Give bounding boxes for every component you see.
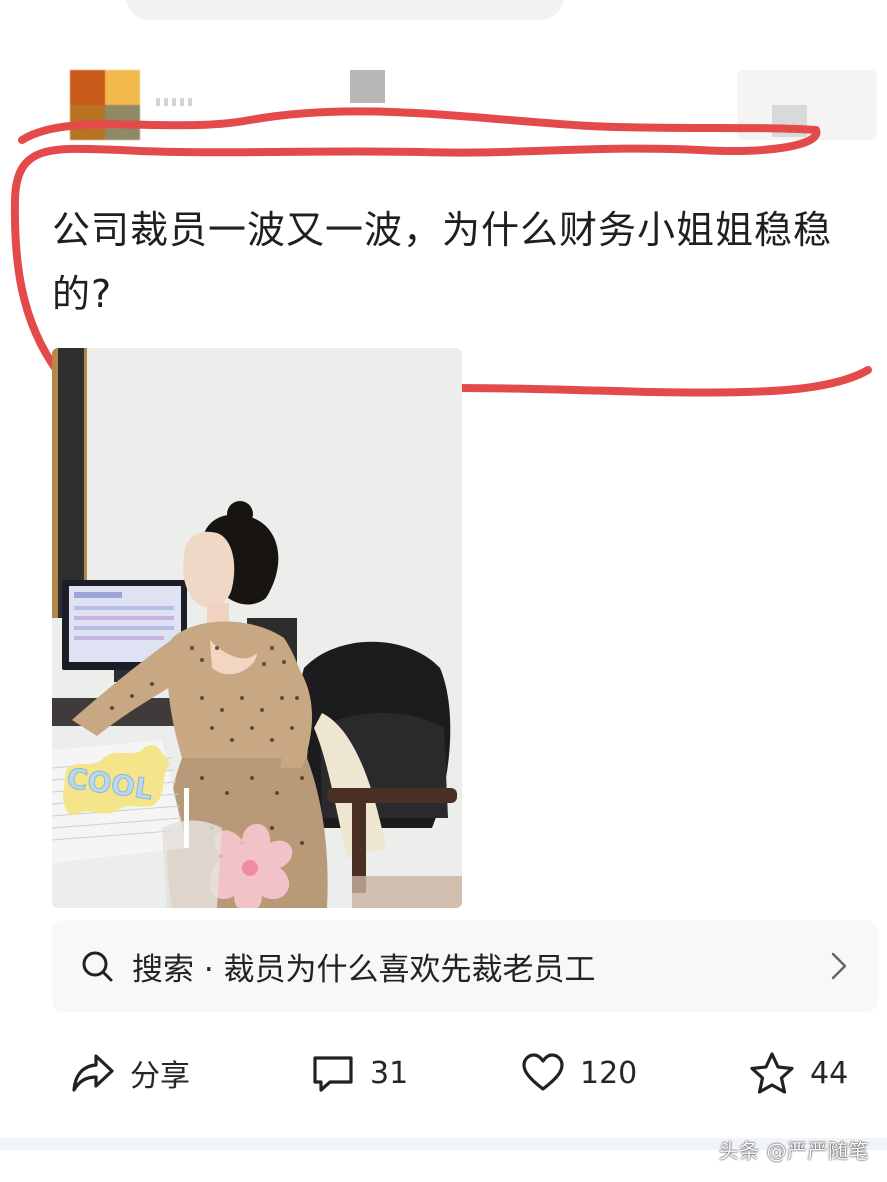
post-headline: 公司裁员一波又一波，为什么财务小姐姐稳稳的? — [52, 208, 833, 316]
search-suggestion-label: 搜索 · 裁员为什么喜欢先裁老员工 — [132, 951, 596, 988]
author-name-mosaic — [156, 98, 192, 106]
share-label: 分享 — [130, 1059, 190, 1094]
favorite-count: 44 — [810, 1055, 849, 1091]
top-search-pill[interactable] — [126, 0, 564, 20]
share-icon — [72, 1054, 114, 1092]
like-count: 120 — [580, 1055, 638, 1091]
author-meta-mosaic — [350, 70, 385, 103]
related-search-bar[interactable]: 搜索 · 裁员为什么喜欢先裁老员工 — [52, 920, 878, 1012]
search-icon — [82, 951, 113, 982]
comment-button[interactable]: 31 — [310, 1038, 408, 1108]
share-button[interactable]: 分享 — [70, 1038, 190, 1108]
star-icon — [750, 1052, 794, 1094]
watermark: 头条 @严严随笔 — [718, 1139, 869, 1163]
comment-icon — [313, 1056, 353, 1092]
like-button[interactable]: 120 — [520, 1038, 637, 1108]
chevron-right-icon — [831, 952, 847, 980]
favorite-button[interactable]: 44 — [748, 1038, 848, 1108]
follow-button-mosaic[interactable] — [737, 70, 877, 140]
post-action-bar: 分享 31 120 44 — [0, 1038, 887, 1108]
author-avatar[interactable] — [70, 70, 140, 140]
comment-count: 31 — [370, 1055, 409, 1091]
post-photo[interactable]: COOL — [52, 348, 462, 908]
post-header — [0, 60, 887, 150]
heart-icon — [522, 1053, 564, 1091]
office-scene-image: COOL — [52, 348, 462, 908]
